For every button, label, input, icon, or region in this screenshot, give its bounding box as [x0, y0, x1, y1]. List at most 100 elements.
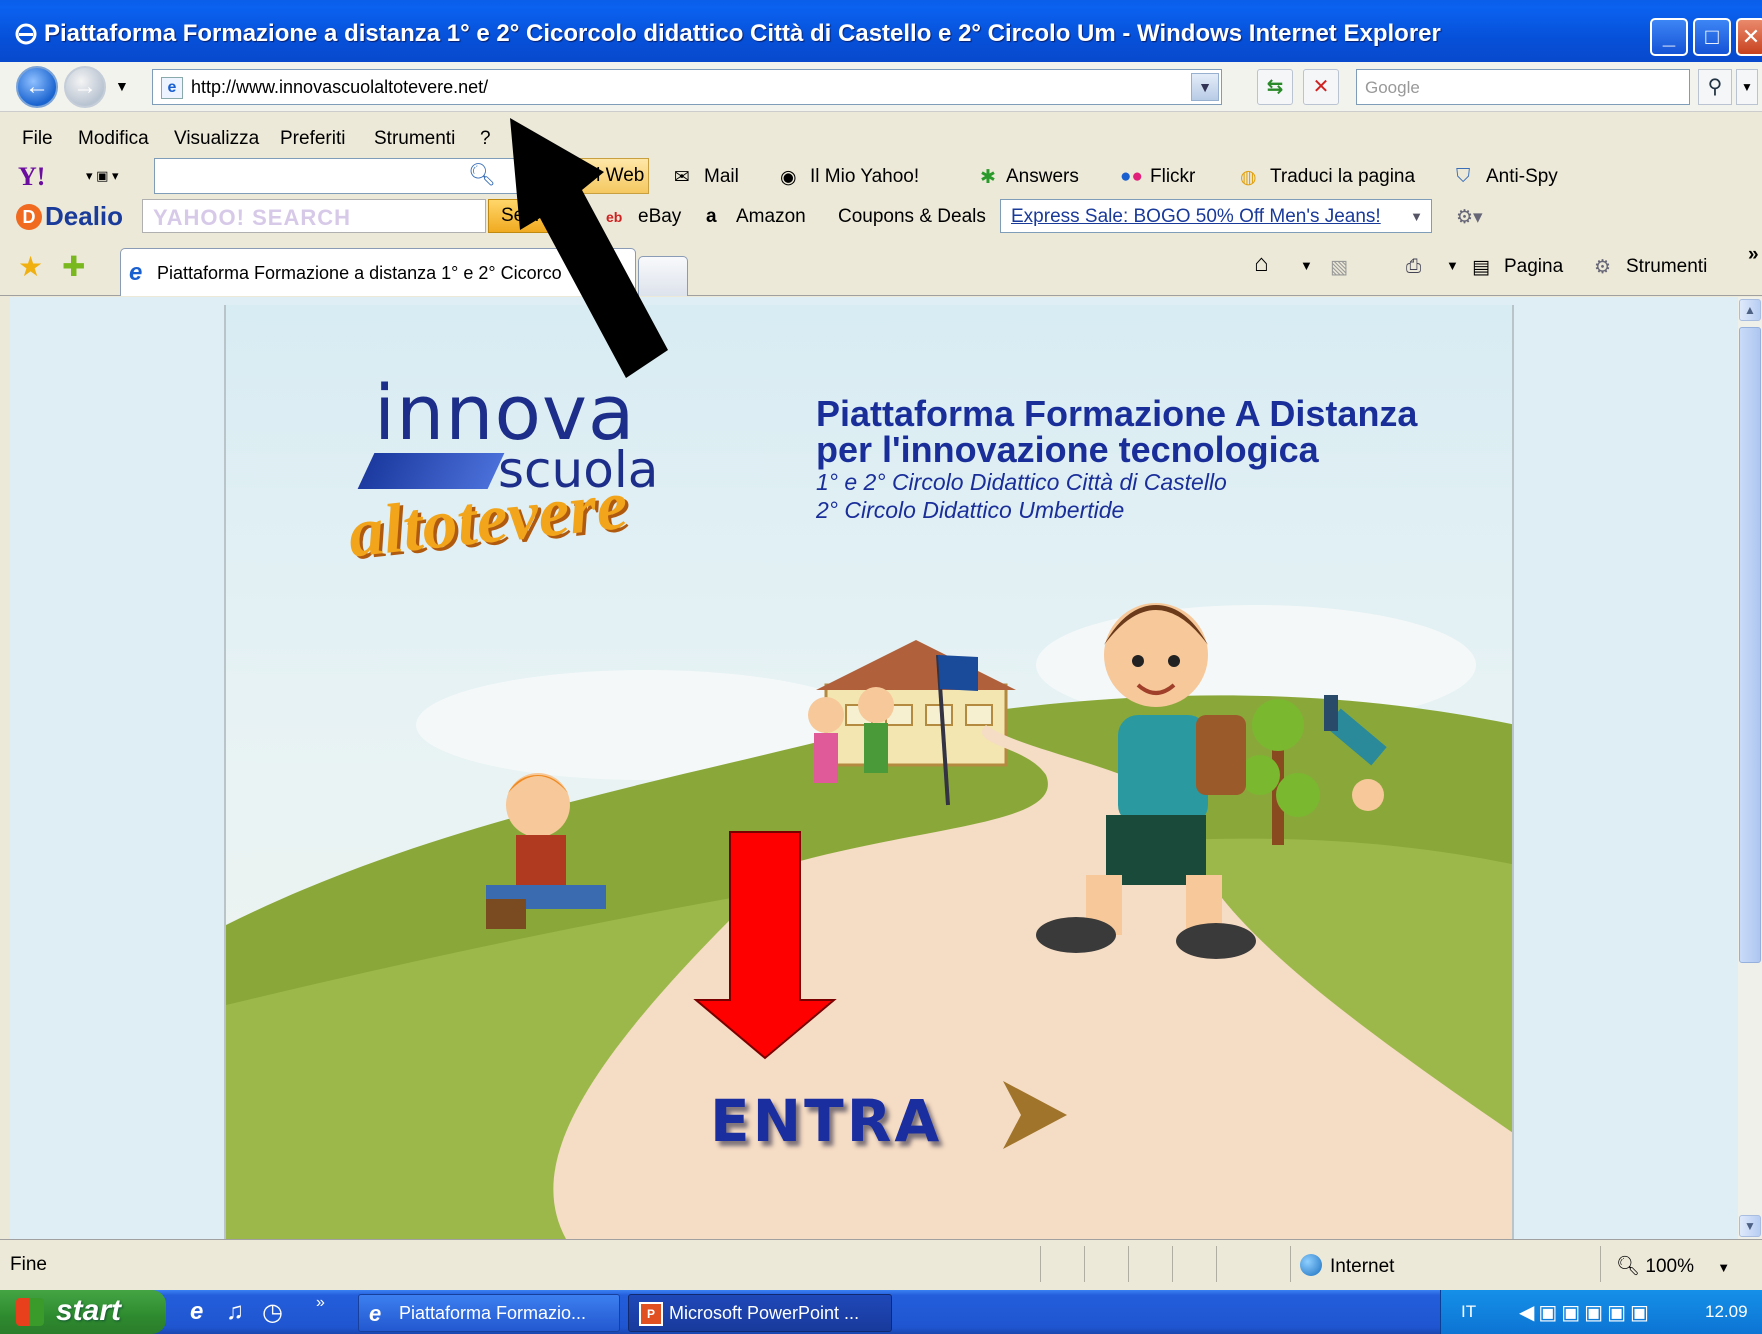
language-indicator[interactable]: IT — [1461, 1302, 1476, 1322]
quicklaunch-media-icon[interactable]: ♫ — [226, 1298, 244, 1326]
close-button[interactable]: ✕ — [1736, 18, 1762, 56]
print-dropdown-icon[interactable]: ▼ — [1446, 258, 1459, 273]
menu-preferiti[interactable]: Preferiti — [280, 128, 345, 150]
system-tray: IT ◀▣▣▣▣▣ 12.09 — [1440, 1290, 1762, 1334]
windows-flag-icon — [16, 1298, 44, 1326]
history-dropdown-icon[interactable]: ▼ — [115, 78, 129, 94]
yahoo-my-yahoo[interactable]: Il Mio Yahoo! — [810, 166, 919, 188]
menu-modifica[interactable]: Modifica — [78, 128, 149, 150]
search-input[interactable]: Google — [1356, 69, 1690, 105]
taskbar-item-ie[interactable]: e Piattaforma Formazio... — [358, 1294, 620, 1332]
chevron-more-icon[interactable]: » — [1748, 244, 1759, 266]
url-input[interactable]: e http://www.innovascuolaltotevere.net/ … — [152, 69, 1222, 105]
status-divider — [1172, 1246, 1173, 1282]
menu-strumenti[interactable]: Strumenti — [374, 128, 455, 150]
yahoo-search-input[interactable] — [154, 158, 522, 194]
headline-line-2: per l'innovazione tecnologica — [816, 429, 1319, 470]
home-dropdown-icon[interactable]: ▼ — [1300, 258, 1313, 273]
address-bar: ← → ▼ e http://www.innovascuolaltotevere… — [0, 62, 1762, 112]
new-tab-button[interactable] — [638, 256, 688, 296]
yahoo-mail[interactable]: Mail — [704, 166, 739, 188]
url-dropdown-icon[interactable]: ▼ — [1191, 73, 1219, 101]
menu-help[interactable]: ? — [480, 128, 491, 150]
play-arrow-icon[interactable] — [995, 1075, 1075, 1155]
yahoo-logo-icon[interactable]: Y! — [18, 162, 45, 192]
status-divider — [1216, 1246, 1217, 1282]
powerpoint-icon: P — [639, 1302, 663, 1326]
status-bar: Fine Internet 🔍︎ 100% ▼ — [0, 1239, 1762, 1289]
search-icon[interactable]: ⚲ — [1698, 69, 1732, 105]
enter-button-label[interactable]: ENTRA — [710, 1087, 942, 1155]
dealio-search-button[interactable]: Search — [488, 199, 561, 233]
stop-button[interactable]: ✕ — [1303, 69, 1339, 105]
dealio-logo[interactable]: D Dealio — [16, 201, 123, 232]
forward-button[interactable]: → — [64, 66, 106, 108]
ebay-icon: eb — [606, 209, 623, 225]
clock[interactable]: 12.09 — [1705, 1302, 1748, 1322]
taskbar-item-powerpoint[interactable]: P Microsoft PowerPoint ... — [628, 1294, 892, 1332]
feeds-icon[interactable]: ▧ — [1330, 256, 1348, 279]
page-content: innova scuola altotevere Piattaforma For… — [10, 297, 1738, 1239]
settings-gear-icon[interactable]: ⚙▾ — [1456, 206, 1483, 229]
answers-icon: ✱ — [980, 167, 996, 188]
search-options-icon[interactable]: ▼ — [1736, 69, 1758, 105]
dealio-search-input[interactable]: YAHOO! SEARCH — [142, 199, 486, 233]
my-yahoo-icon: ◉ — [780, 167, 797, 188]
ie-icon — [15, 23, 37, 45]
yahoo-web-search-button[interactable]: nel Web — [570, 158, 650, 194]
enter-button[interactable]: ENTRA — [710, 1075, 1075, 1155]
translate-icon: ◍ — [1240, 167, 1257, 188]
yahoo-anti-spy[interactable]: Anti-Spy — [1486, 166, 1558, 188]
zoom-dropdown-icon[interactable]: ▼ — [1717, 1260, 1730, 1275]
back-arrow-icon: ← — [25, 73, 49, 100]
yahoo-search-icon[interactable]: 🔍︎ — [468, 162, 496, 188]
yahoo-flickr[interactable]: Flickr — [1150, 166, 1195, 188]
add-favorites-icon[interactable]: ✚ — [62, 250, 85, 283]
menu-visualizza[interactable]: Visualizza — [174, 128, 259, 150]
yahoo-answers[interactable]: Answers — [1006, 166, 1079, 188]
browser-window: Piattaforma Formazione a distanza 1° e 2… — [0, 0, 1762, 1290]
scroll-thumb[interactable] — [1739, 327, 1761, 963]
maximize-button[interactable]: □ — [1693, 18, 1731, 56]
tools-menu[interactable]: Strumenti — [1626, 256, 1707, 278]
menu-bar: File Modifica Visualizza Preferiti Strum… — [0, 120, 1762, 156]
minimize-button[interactable]: _ — [1650, 18, 1688, 56]
status-divider — [1128, 1246, 1129, 1282]
url-text[interactable]: http://www.innovascuolaltotevere.net/ — [191, 77, 488, 98]
vertical-scrollbar[interactable]: ▲ ▼ — [1738, 297, 1762, 1239]
back-button[interactable]: ← — [16, 66, 58, 108]
status-text: Fine — [10, 1254, 47, 1275]
refresh-button[interactable]: ⇆ — [1257, 69, 1293, 105]
mail-icon: ✉ — [674, 167, 690, 188]
globe-icon — [1300, 1254, 1322, 1276]
deal-select[interactable]: Express Sale: BOGO 50% Off Men's Jeans! … — [1000, 199, 1432, 233]
zoom-level[interactable]: 🔍︎ 100% ▼ — [1616, 1254, 1730, 1278]
start-button[interactable]: start — [0, 1290, 166, 1334]
quicklaunch-more-icon[interactable]: » — [316, 1294, 325, 1312]
yahoo-menu-icon[interactable]: ▾ ▣ ▾ — [86, 168, 119, 184]
home-icon[interactable]: ⌂ — [1254, 250, 1269, 278]
dealio-amazon[interactable]: Amazon — [736, 206, 806, 228]
favorites-star-icon[interactable]: ★ — [18, 250, 43, 283]
deal-dropdown-icon[interactable]: ▼ — [1410, 209, 1423, 224]
maximize-icon: □ — [1705, 24, 1719, 49]
quicklaunch-outlook-icon[interactable]: ◷ — [262, 1298, 283, 1327]
dealio-coupons[interactable]: Coupons & Deals — [838, 206, 986, 228]
anti-spy-icon: ⛉ — [1456, 166, 1471, 187]
scroll-up-icon[interactable]: ▲ — [1739, 299, 1761, 321]
logo-innova: innova — [374, 368, 636, 457]
tab-active[interactable]: e Piattaforma Formazione a distanza 1° e… — [120, 248, 636, 296]
dealio-ebay[interactable]: eBay — [638, 206, 681, 228]
tray-icons[interactable]: ◀▣▣▣▣▣ — [1519, 1300, 1653, 1325]
subtitle-line-1: 1° e 2° Circolo Didattico Città di Caste… — [816, 469, 1227, 495]
yahoo-translate[interactable]: Traduci la pagina — [1270, 166, 1415, 188]
security-zone[interactable]: Internet — [1300, 1254, 1394, 1278]
scroll-down-icon[interactable]: ▼ — [1739, 1215, 1761, 1237]
tab-bar: ★ ✚ e Piattaforma Formazione a distanza … — [0, 236, 1762, 296]
page-menu[interactable]: Pagina — [1504, 256, 1563, 278]
menu-file[interactable]: File — [22, 128, 53, 150]
landing-stage: innova scuola altotevere Piattaforma For… — [224, 305, 1514, 1239]
deal-link[interactable]: Express Sale: BOGO 50% Off Men's Jeans! — [1011, 206, 1381, 228]
print-icon[interactable]: ⎙ — [1406, 256, 1421, 278]
quicklaunch-ie-icon[interactable]: e — [190, 1298, 203, 1326]
